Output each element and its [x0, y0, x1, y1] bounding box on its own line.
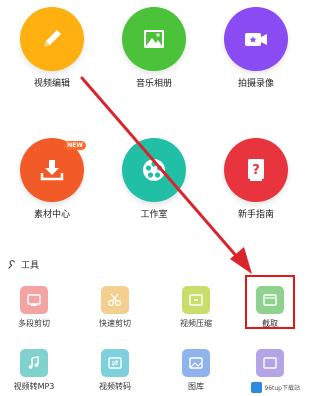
- compress-icon: [189, 294, 203, 306]
- grid-item-record[interactable]: 拍摄录像: [206, 7, 306, 90]
- material-center-button[interactable]: NEW: [20, 138, 86, 202]
- material-center-label: 素材中心: [33, 210, 70, 220]
- studio-label: 工作室: [140, 210, 168, 220]
- tool-video-to-mp3[interactable]: 视频转MP3: [3, 349, 65, 392]
- convert-icon: [108, 357, 122, 369]
- grid-item-music-album[interactable]: 音乐相册: [104, 7, 204, 90]
- compress-button[interactable]: [182, 286, 210, 314]
- tool-gallery[interactable]: 图库: [165, 349, 227, 392]
- grid-item-guide[interactable]: ? 新手指南: [206, 138, 306, 221]
- video-to-mp3-button[interactable]: [20, 349, 48, 377]
- guide-label: 新手指南: [237, 210, 274, 220]
- watermark-logo-icon: [251, 382, 263, 393]
- svg-text:?: ?: [252, 163, 260, 178]
- video-to-mp3-label: 视频转MP3: [13, 382, 55, 391]
- new-badge: NEW: [64, 141, 86, 150]
- video-camera-icon: [245, 33, 267, 46]
- music-note-icon: [28, 356, 39, 369]
- video-edit-button[interactable]: [20, 7, 84, 71]
- tool-compress[interactable]: 视频压缩: [165, 286, 227, 329]
- pencil-icon: [44, 30, 61, 47]
- gallery-button[interactable]: [182, 349, 210, 377]
- watermark-text: 96tup下载站: [264, 385, 300, 392]
- picture-icon: [144, 30, 164, 48]
- quick-cut-button[interactable]: [101, 286, 129, 314]
- film-reel-icon: [143, 159, 165, 181]
- grid-item-video-edit[interactable]: 视频编辑: [2, 7, 102, 90]
- highlight-box: [245, 275, 295, 329]
- tools-title: 工具: [21, 261, 40, 271]
- watermark: 96tup下载站: [251, 382, 300, 393]
- download-icon: [40, 160, 64, 181]
- gallery-icon: [189, 357, 203, 369]
- grid-item-studio[interactable]: 工作室: [104, 138, 204, 221]
- tool-convert[interactable]: 视频转码: [84, 349, 146, 392]
- guide-button[interactable]: ?: [224, 138, 288, 202]
- quick-cut-label: 快速剪切: [99, 319, 131, 328]
- record-label: 拍摄录像: [237, 79, 274, 89]
- tool-quick-cut[interactable]: 快速剪切: [84, 286, 146, 329]
- more-button[interactable]: [256, 349, 284, 377]
- more-icon: [263, 357, 277, 369]
- convert-label: 视频转码: [99, 382, 131, 391]
- multi-cut-icon: [27, 294, 41, 306]
- music-album-label: 音乐相册: [135, 79, 172, 89]
- studio-button[interactable]: [122, 138, 186, 202]
- music-album-button[interactable]: [122, 7, 186, 71]
- help-book-icon: ?: [248, 159, 264, 181]
- multi-cut-label: 多段剪切: [18, 319, 50, 328]
- grid-item-material-center[interactable]: NEW 素材中心: [2, 138, 102, 221]
- compress-label: 视频压缩: [180, 319, 212, 328]
- tool-more[interactable]: [239, 349, 301, 382]
- gallery-label: 图库: [188, 382, 204, 391]
- wrench-icon: [8, 259, 16, 269]
- tools-header: 工具: [7, 258, 39, 271]
- record-button[interactable]: [224, 7, 288, 71]
- video-edit-label: 视频编辑: [33, 79, 70, 89]
- convert-button[interactable]: [101, 349, 129, 377]
- multi-cut-button[interactable]: [20, 286, 48, 314]
- scissors-icon: [107, 293, 122, 307]
- tool-multi-cut[interactable]: 多段剪切: [3, 286, 65, 329]
